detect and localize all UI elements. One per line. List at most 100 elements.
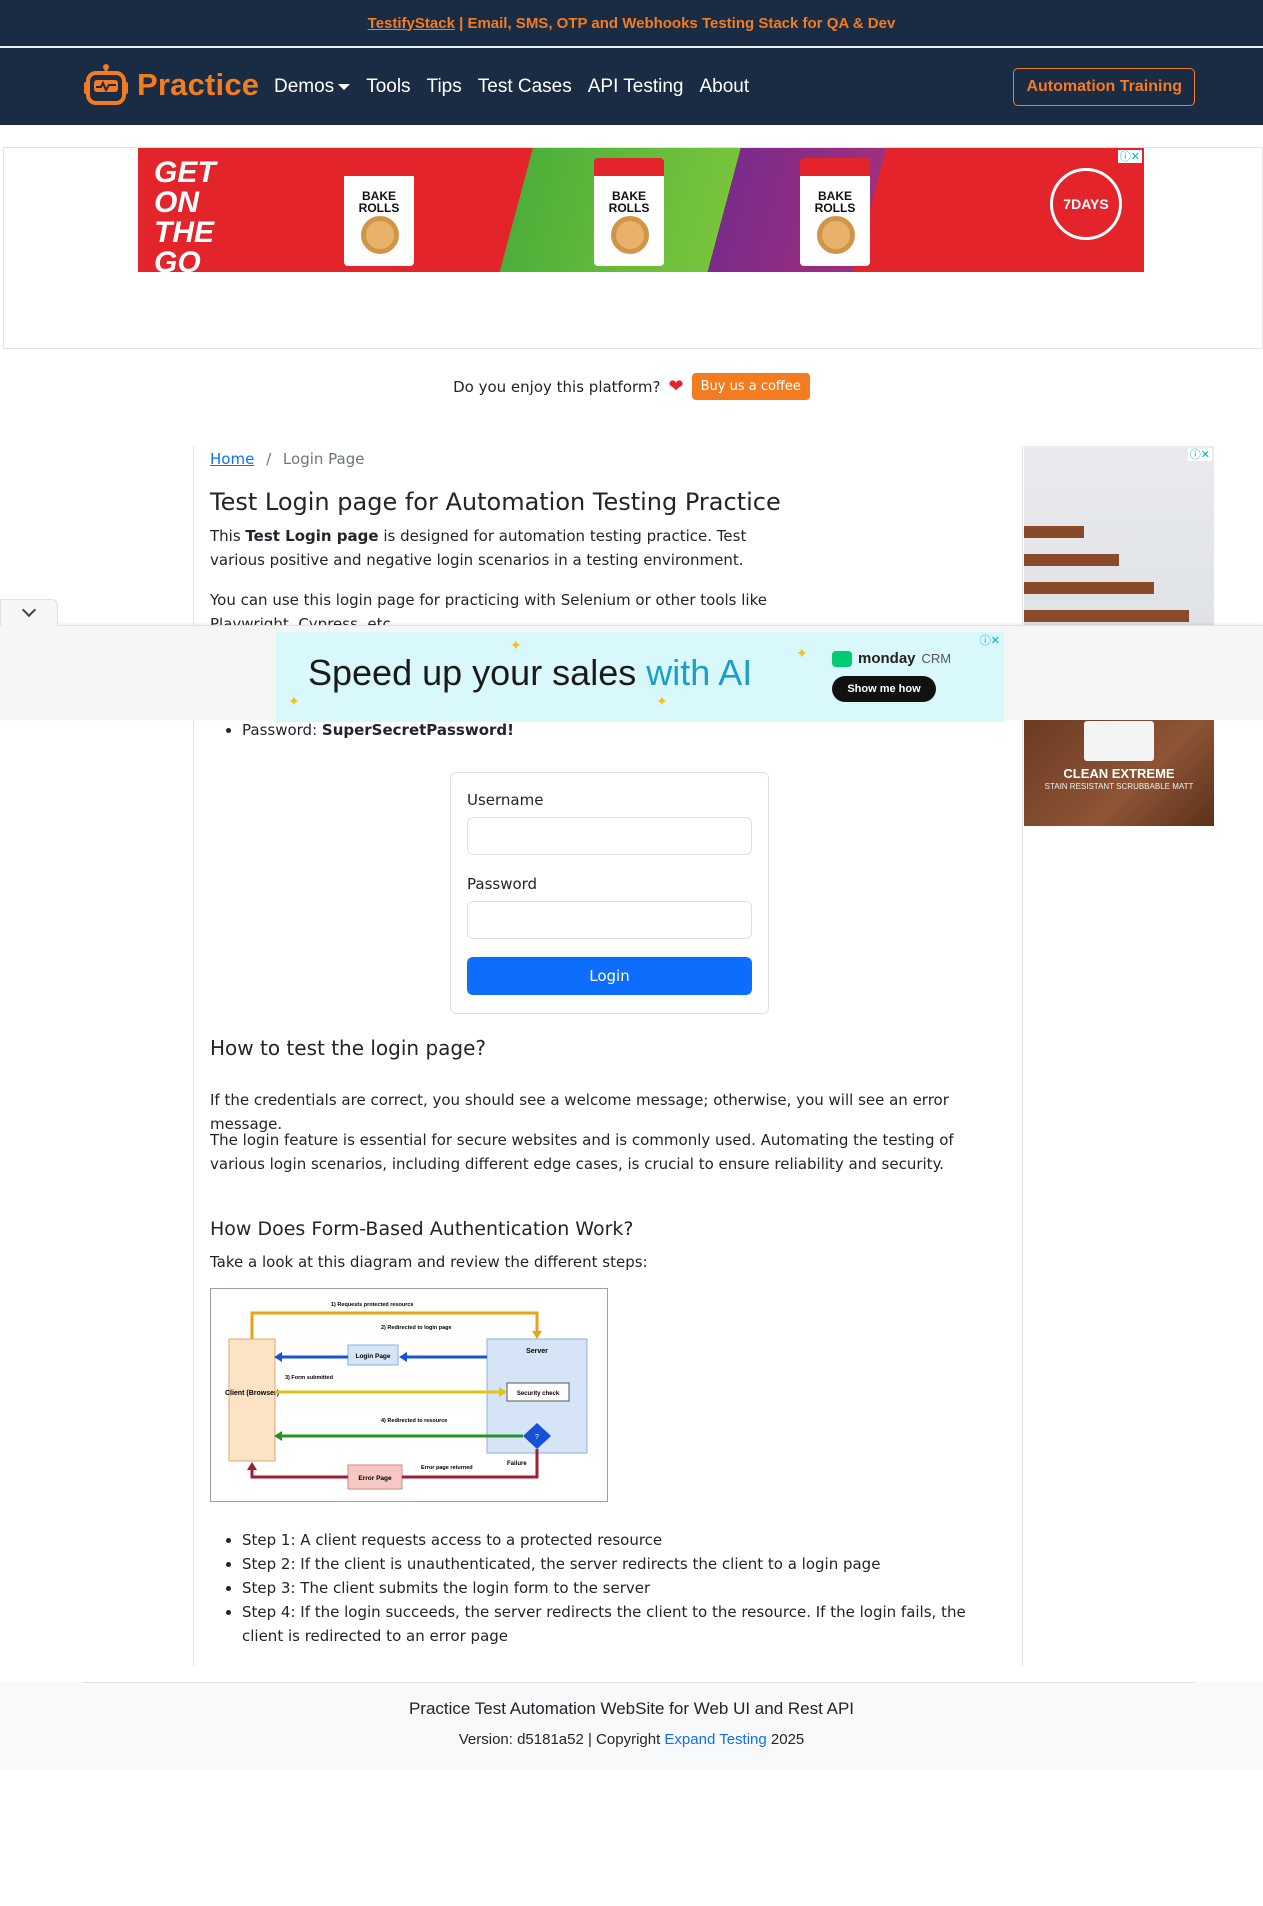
nav-test-cases[interactable]: Test Cases [470,76,580,98]
nav-tools[interactable]: Tools [358,76,418,98]
diagram-arrow-5-label: Error page returned [421,1465,473,1471]
username-label: Username [467,791,544,809]
monday-brand: monday CRM [832,650,951,667]
sparkle-icon: ✦ [796,646,808,662]
top-banner-text: | Email, SMS, OTP and Webhooks Testing S… [454,14,896,32]
diagram-arrow-2-label: 2) Redirected to login page [381,1325,452,1331]
ad-paint-can-icon [1084,721,1154,761]
diagram-arrowhead-5 [247,1462,257,1470]
nav-demos-dropdown[interactable]: Demos [266,76,358,98]
navbar: Practice Demos Tools Tips Test Cases API… [0,48,1263,125]
ad-product-bag: BAKE ROLLS [594,158,664,266]
show-me-how-button[interactable]: Show me how [832,676,936,702]
sparkle-icon: ✦ [656,694,668,710]
expand-testing-link[interactable]: Expand Testing [664,1731,766,1748]
monday-brand-suffix: CRM [921,651,952,666]
auth-steps-list: Step 1: A client requests access to a pr… [210,1528,1000,1648]
diagram-arrow-5b [250,1469,348,1479]
ad-stair-step [1024,554,1119,566]
bake-roll-icon [817,216,855,254]
how-to-paragraph-2: The login feature is essential for secur… [210,1131,954,1173]
anchor-ad-overlay: ✦ ✦ ✦ ✦ Speed up your sales with AI mond… [0,599,1263,722]
ad-product-subtitle: STAIN RESISTANT SCRUBBABLE MATT [1044,782,1194,791]
diagram-client-label: Client (Browser) [225,1390,279,1397]
buy-coffee-button[interactable]: Buy us a coffee [691,373,810,400]
heart-icon: ❤ [668,376,684,397]
ad-bag-label: BAKE ROLLS [814,189,856,215]
bake-roll-icon [361,216,399,254]
ad-bag-label: BAKE ROLLS [358,189,400,215]
diagram-login-page-label: Login Page [355,1353,390,1360]
breadcrumb-current: Login Page [282,450,365,468]
auth-step: Step 2: If the client is unauthenticated… [242,1552,1000,1576]
top-ad-banner[interactable]: GET ON THE GO BAKE ROLLS BAKE ROLLS BAKE… [138,148,1144,272]
coffee-row: Do you enjoy this platform? ❤ Buy us a c… [0,373,1263,400]
breadcrumb-home-link[interactable]: Home [210,450,254,468]
diagram-arrowhead-1 [532,1331,542,1339]
ad-stair-step [1024,582,1154,594]
monday-ad-headline-ai: with AI [646,652,753,693]
how-to-heading: How to test the login page? [210,1036,487,1060]
form-auth-diagram: Client (Browser) Server Security check ?… [210,1288,608,1502]
ad-stairs-image [1024,446,1214,626]
top-banner: TestifyStack | Email, SMS, OTP and Webho… [0,0,1263,48]
chevron-down-icon [21,602,37,618]
ad-brand-logo: 7DAYS [1050,168,1122,240]
caret-down-icon [338,83,351,90]
bake-roll-icon [611,216,649,254]
nav-tips[interactable]: Tips [419,76,470,98]
username-input[interactable] [467,817,752,855]
adchoices-close-icon[interactable]: ⓘ✕ [1117,150,1142,163]
top-ad-container: GET ON THE GO BAKE ROLLS BAKE ROLLS BAKE… [3,147,1263,349]
footer-version: Version: d5181a52 | Copyright [458,1731,665,1748]
password-value: SuperSecretPassword! [321,721,514,739]
brand-link[interactable]: Practice [83,64,259,106]
diagram-client-box [228,1338,276,1462]
login-form: Username Password Login [450,772,769,1014]
form-auth-heading: How Does Form-Based Authentication Work? [210,1218,634,1240]
form-auth-intro: Take a look at this diagram and review t… [210,1253,648,1271]
footer: Practice Test Automation WebSite for Web… [0,1682,1263,1769]
page-title: Test Login page for Automation Testing P… [210,488,781,516]
intro-prefix: This [210,527,246,545]
footer-divider [83,1682,1195,1683]
testifystack-link[interactable]: TestifyStack [368,15,455,32]
diagram-decision-label: ? [535,1434,539,1441]
login-button[interactable]: Login [467,957,752,995]
ad-stair-step [1024,526,1084,538]
password-input[interactable] [467,901,752,939]
adchoices-close-icon[interactable]: ⓘ✕ [978,634,1002,647]
collapse-ad-toggle[interactable] [0,599,58,626]
nav-demos-label: Demos [274,75,335,97]
diagram-server-label: Server [526,1348,548,1355]
nav-api-testing[interactable]: API Testing [580,76,692,98]
diagram-arrowhead-2a [399,1352,407,1362]
monday-brand-name: monday [858,650,916,667]
ad-product-title: CLEAN EXTREME [1063,766,1175,781]
ad-headline: GET ON THE GO [154,156,216,273]
monday-ad-headline-prefix: Speed up your sales [308,652,647,693]
diagram-arrow-4-label: 4) Redirected to resource [381,1418,447,1424]
robot-logo-icon [83,64,129,106]
breadcrumb-separator: / [266,450,272,468]
automation-training-button[interactable]: Automation Training [1013,68,1195,106]
coffee-question: Do you enjoy this platform? [453,377,661,396]
monday-logo-icon [832,650,852,667]
adchoices-close-icon[interactable]: ⓘ✕ [1187,448,1212,461]
ad-stair-step [1024,610,1189,622]
auth-step: Step 4: If the login succeeds, the serve… [242,1600,1000,1648]
auth-step: Step 1: A client requests access to a pr… [242,1528,1000,1552]
nav-about[interactable]: About [692,76,758,98]
ad-product-bag: BAKE ROLLS [800,158,870,266]
intro-bold: Test Login page [245,527,379,545]
auth-step: Step 3: The client submits the login for… [242,1576,1000,1600]
password-label: Password: [242,721,322,739]
diagram-security-label: Security check [517,1391,560,1397]
monday-ad-banner[interactable]: ✦ ✦ ✦ ✦ Speed up your sales with AI mond… [276,632,1004,722]
diagram-error-page-label: Error Page [358,1475,392,1482]
breadcrumb: Home / Login Page [210,450,1006,468]
brand-name: Practice [137,67,260,102]
nav-links: Demos Tools Tips Test Cases API Testing … [266,48,757,125]
diagram-arrow-1-label: 1) Requests protected resource [331,1302,414,1308]
ad-product-bag: BAKE ROLLS [344,158,414,266]
